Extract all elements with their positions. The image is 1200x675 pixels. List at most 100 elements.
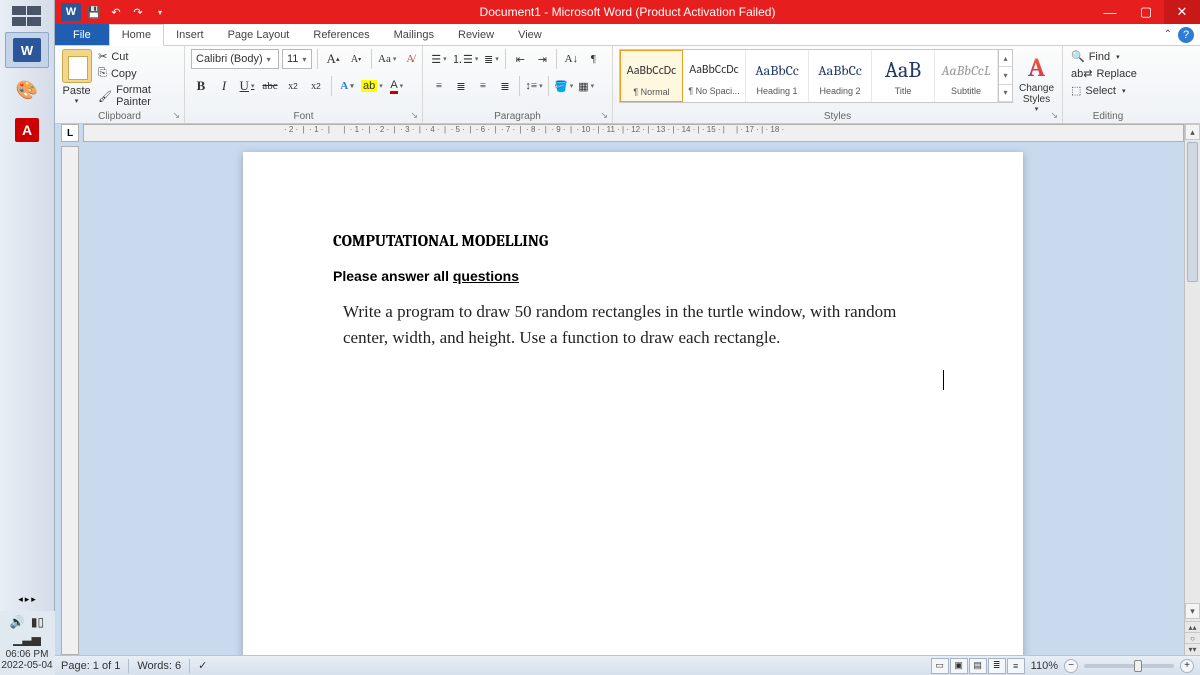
- zoom-slider[interactable]: [1084, 664, 1174, 668]
- redo-icon[interactable]: ↷: [129, 3, 147, 21]
- justify-button[interactable]: ≣: [495, 76, 515, 96]
- style-normal[interactable]: AaBbCcDc¶ Normal: [620, 50, 683, 102]
- status-page[interactable]: Page: 1 of 1: [61, 660, 120, 672]
- zoom-out-button[interactable]: −: [1064, 659, 1078, 673]
- browse-object-icon[interactable]: ○: [1185, 632, 1200, 643]
- vertical-scrollbar[interactable]: ▴ ▾ ▴▴ ○ ▾▾: [1184, 124, 1200, 655]
- font-size-combo[interactable]: 11▾: [282, 49, 312, 69]
- zoom-in-button[interactable]: +: [1180, 659, 1194, 673]
- scroll-thumb[interactable]: [1187, 142, 1198, 282]
- style-subtitle[interactable]: AaBbCcLSubtitle: [935, 50, 998, 102]
- taskbar-app-word[interactable]: W: [5, 32, 49, 68]
- shrink-font-button[interactable]: A▾: [346, 49, 366, 69]
- highlight-button[interactable]: ab: [360, 76, 384, 96]
- tab-review[interactable]: Review: [446, 24, 506, 45]
- document-viewport[interactable]: COMPUTATIONAL MODELLING Please answer al…: [83, 146, 1184, 655]
- tab-file[interactable]: File: [55, 24, 109, 45]
- system-tray[interactable]: 🔊 ▮▯ ▁▃▅ 06:06 PM 2022-05-04: [0, 611, 55, 675]
- style-heading-1[interactable]: AaBbCcHeading 1: [746, 50, 809, 102]
- sort-button[interactable]: A↓: [561, 49, 581, 69]
- underline-button[interactable]: U: [237, 76, 257, 96]
- font-launcher-icon[interactable]: ↘: [410, 110, 418, 121]
- maximize-button[interactable]: ▢: [1128, 0, 1164, 24]
- shading-button[interactable]: 🪣: [553, 76, 574, 96]
- minimize-ribbon-icon[interactable]: ⌃: [1164, 29, 1172, 40]
- tab-selector[interactable]: L: [61, 124, 79, 142]
- minimize-button[interactable]: —: [1092, 0, 1128, 24]
- horizontal-ruler[interactable]: · 2 · | · 1 · | | · 1 · | · 2 · | · 3 · …: [83, 124, 1184, 142]
- app-icon[interactable]: W: [61, 3, 81, 21]
- italic-button[interactable]: I: [214, 76, 234, 96]
- align-center-button[interactable]: ≣: [451, 76, 471, 96]
- copy-button[interactable]: ⎘Copy: [96, 66, 178, 81]
- font-color-button[interactable]: A: [387, 76, 407, 96]
- taskbar-app-paint[interactable]: 🎨: [5, 72, 49, 108]
- style-no-spacing[interactable]: AaBbCcDc¶ No Spaci...: [683, 50, 746, 102]
- clock-time[interactable]: 06:06 PM: [0, 649, 55, 660]
- status-words[interactable]: Words: 6: [137, 660, 181, 672]
- save-icon[interactable]: 💾: [85, 3, 103, 21]
- battery-icon[interactable]: ▮▯: [31, 615, 44, 629]
- scroll-up-icon[interactable]: ▴: [1185, 124, 1200, 140]
- zoom-level[interactable]: 110%: [1031, 660, 1058, 672]
- web-layout-view-icon[interactable]: ▤: [969, 658, 987, 674]
- replace-button[interactable]: ab⇄Replace: [1069, 66, 1139, 81]
- scroll-down-icon[interactable]: ▾: [1185, 603, 1200, 619]
- align-right-button[interactable]: ≡: [473, 76, 493, 96]
- change-case-button[interactable]: Aa: [377, 49, 397, 69]
- borders-button[interactable]: ▦: [576, 76, 596, 96]
- align-left-button[interactable]: ≡: [429, 76, 449, 96]
- print-layout-view-icon[interactable]: ▭: [931, 658, 949, 674]
- clock-date[interactable]: 2022-05-04: [0, 660, 55, 671]
- change-styles-button[interactable]: A Change Styles ▾: [1017, 49, 1056, 113]
- show-marks-button[interactable]: ¶: [583, 49, 603, 69]
- help-icon[interactable]: ?: [1178, 27, 1194, 43]
- tab-mailings[interactable]: Mailings: [382, 24, 446, 45]
- full-screen-view-icon[interactable]: ▣: [950, 658, 968, 674]
- taskbar-app-acrobat[interactable]: A: [5, 112, 49, 148]
- superscript-button[interactable]: x2: [306, 76, 326, 96]
- line-spacing-button[interactable]: ↕≡: [524, 76, 544, 96]
- tab-references[interactable]: References: [301, 24, 381, 45]
- styles-launcher-icon[interactable]: ↘: [1050, 110, 1058, 121]
- bold-button[interactable]: B: [191, 76, 211, 96]
- clear-formatting-button[interactable]: A̸: [400, 49, 420, 69]
- format-painter-button[interactable]: 🖌Format Painter: [96, 83, 178, 109]
- outline-view-icon[interactable]: ≣: [988, 658, 1006, 674]
- page[interactable]: COMPUTATIONAL MODELLING Please answer al…: [243, 152, 1023, 655]
- prev-page-icon[interactable]: ▴▴: [1185, 621, 1200, 632]
- grow-font-button[interactable]: A▴: [323, 49, 343, 69]
- next-page-icon[interactable]: ▾▾: [1185, 643, 1200, 654]
- increase-indent-button[interactable]: ⇥: [532, 49, 552, 69]
- find-button[interactable]: 🔍Find▾: [1069, 49, 1139, 64]
- numbering-button[interactable]: ⒈☰: [451, 49, 479, 69]
- qat-customize-icon[interactable]: ▾: [151, 3, 169, 21]
- undo-icon[interactable]: ↶: [107, 3, 125, 21]
- paste-button[interactable]: Paste ▾: [61, 49, 92, 105]
- close-button[interactable]: ✕: [1164, 0, 1200, 24]
- tab-view[interactable]: View: [506, 24, 554, 45]
- strikethrough-button[interactable]: abc: [260, 76, 280, 96]
- style-heading-2[interactable]: AaBbCcHeading 2: [809, 50, 872, 102]
- text-effects-button[interactable]: A: [337, 76, 357, 96]
- volume-icon[interactable]: 🔊: [10, 615, 25, 629]
- font-name-combo[interactable]: Calibri (Body)▾: [191, 49, 279, 69]
- clipboard-launcher-icon[interactable]: ↘: [172, 110, 180, 121]
- gallery-more-icon[interactable]: ▾: [999, 85, 1012, 102]
- decrease-indent-button[interactable]: ⇤: [510, 49, 530, 69]
- network-icon[interactable]: ▁▃▅: [13, 632, 41, 646]
- subscript-button[interactable]: x2: [283, 76, 303, 96]
- draft-view-icon[interactable]: ≡: [1007, 658, 1025, 674]
- multilevel-list-button[interactable]: ≣: [481, 49, 501, 69]
- start-button[interactable]: [8, 2, 46, 30]
- select-button[interactable]: ⬚Select▾: [1069, 83, 1139, 98]
- gallery-up-icon[interactable]: ▴: [999, 50, 1012, 67]
- style-title[interactable]: AaBTitle: [872, 50, 935, 102]
- taskbar-input-indicator[interactable]: ◂▸▸: [18, 594, 36, 605]
- bullets-button[interactable]: ☰: [429, 49, 449, 69]
- paragraph-launcher-icon[interactable]: ↘: [600, 110, 608, 121]
- tab-insert[interactable]: Insert: [164, 24, 216, 45]
- tab-home[interactable]: Home: [109, 24, 164, 46]
- gallery-down-icon[interactable]: ▾: [999, 67, 1012, 84]
- proofing-icon[interactable]: ✓: [198, 659, 207, 672]
